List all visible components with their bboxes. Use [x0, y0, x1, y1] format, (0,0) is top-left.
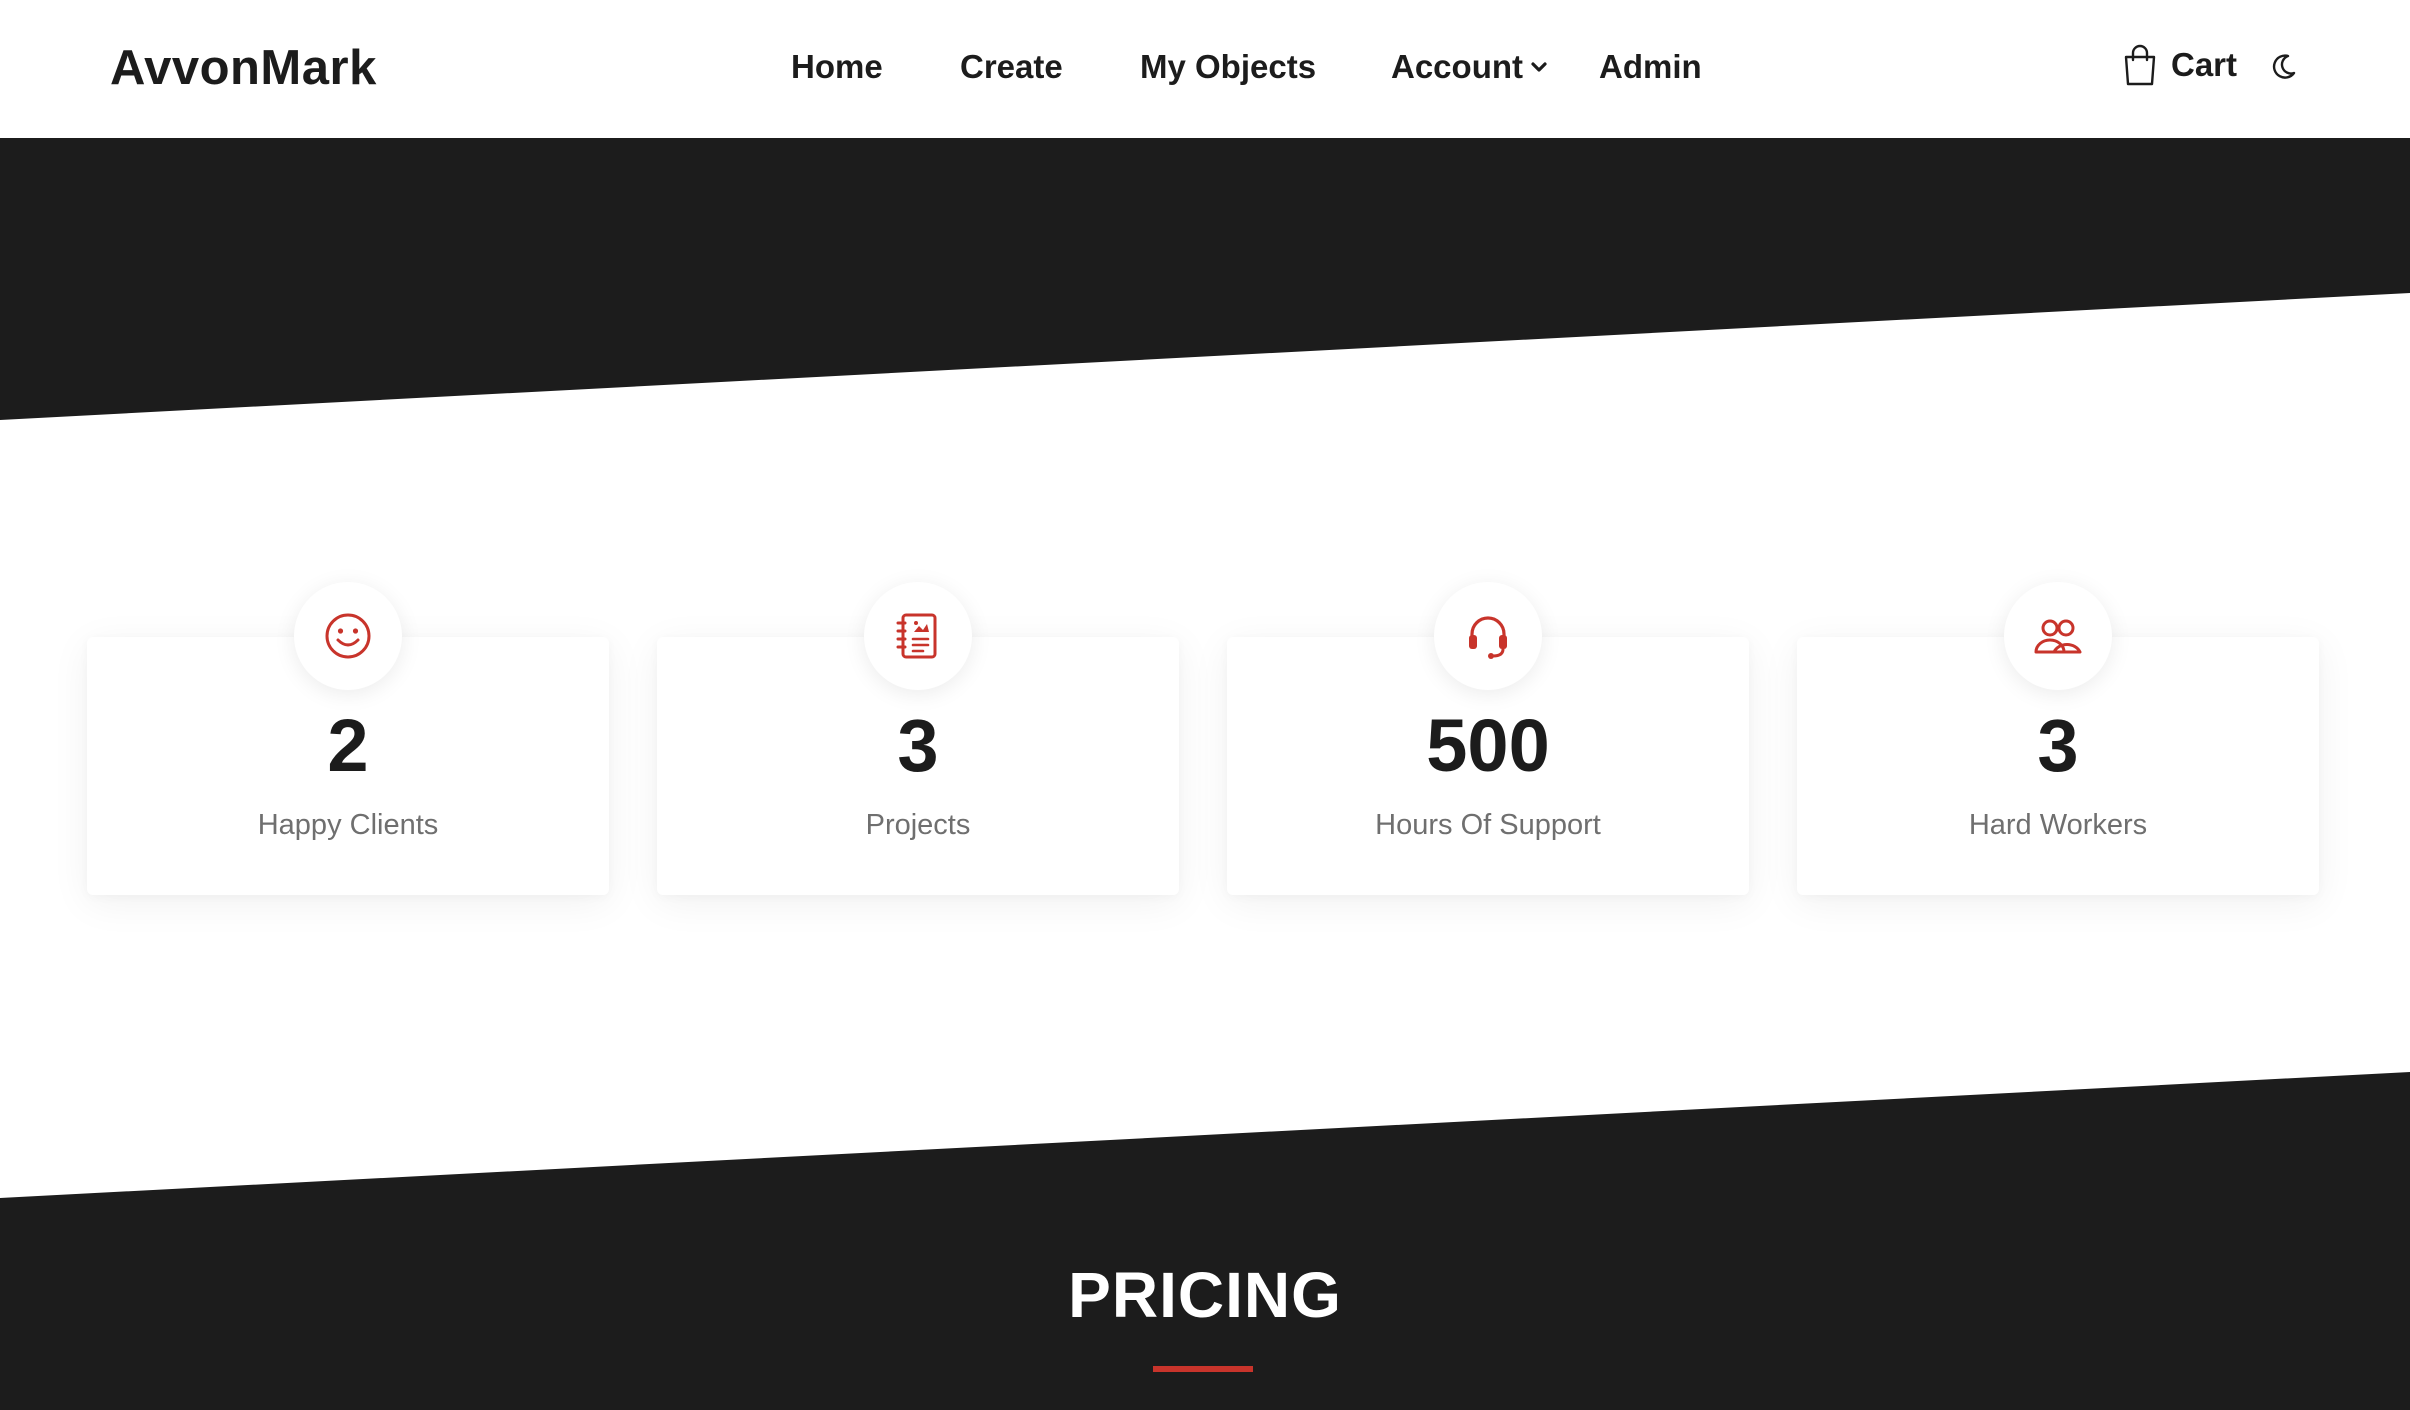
- project-notebook-icon: [896, 613, 937, 659]
- moon-icon[interactable]: [2268, 52, 2298, 82]
- cart-button[interactable]: Cart: [2123, 44, 2237, 86]
- hero-band-top: [0, 138, 2410, 420]
- stat-icon-badge: [1434, 582, 1542, 690]
- nav-admin-label: Admin: [1599, 48, 1702, 85]
- stat-icon-badge: [2004, 582, 2112, 690]
- stat-value: 2: [327, 704, 369, 787]
- nav-admin[interactable]: Admin: [1599, 48, 1702, 86]
- pricing-title: PRICING: [1068, 1259, 1342, 1331]
- nav-home[interactable]: Home: [791, 48, 883, 86]
- site-header: AvvonMark Home Create My Objects Account…: [0, 0, 2410, 138]
- stat-value: 3: [897, 704, 939, 787]
- brand-logo[interactable]: AvvonMark: [110, 40, 377, 96]
- nav-create[interactable]: Create: [960, 48, 1063, 86]
- nav-account[interactable]: Account: [1391, 48, 1549, 86]
- smile-icon: [325, 613, 371, 659]
- stat-value: 500: [1426, 704, 1550, 787]
- users-icon: [2034, 619, 2082, 654]
- chevron-down-icon: [1531, 62, 1547, 72]
- shopping-bag-icon: [2124, 44, 2156, 86]
- stat-label: Happy Clients: [257, 809, 439, 841]
- stat-icon-badge: [864, 582, 972, 690]
- stat-label: Hard Workers: [1968, 809, 2148, 841]
- nav-create-label: Create: [960, 48, 1063, 85]
- nav-my-objects[interactable]: My Objects: [1140, 48, 1316, 86]
- cart-label: Cart: [2171, 46, 2238, 83]
- pricing-underline: [1153, 1366, 1253, 1372]
- nav-my-objects-label: My Objects: [1140, 48, 1317, 85]
- nav-home-label: Home: [791, 48, 883, 85]
- stat-value: 3: [2037, 704, 2079, 787]
- stat-icon-badge: [294, 582, 402, 690]
- stat-label: Hours Of Support: [1375, 809, 1601, 841]
- headset-icon: [1469, 616, 1507, 659]
- nav-account-label: Account: [1391, 48, 1523, 85]
- stat-label: Projects: [865, 809, 971, 841]
- pricing-band: [0, 1072, 2410, 1410]
